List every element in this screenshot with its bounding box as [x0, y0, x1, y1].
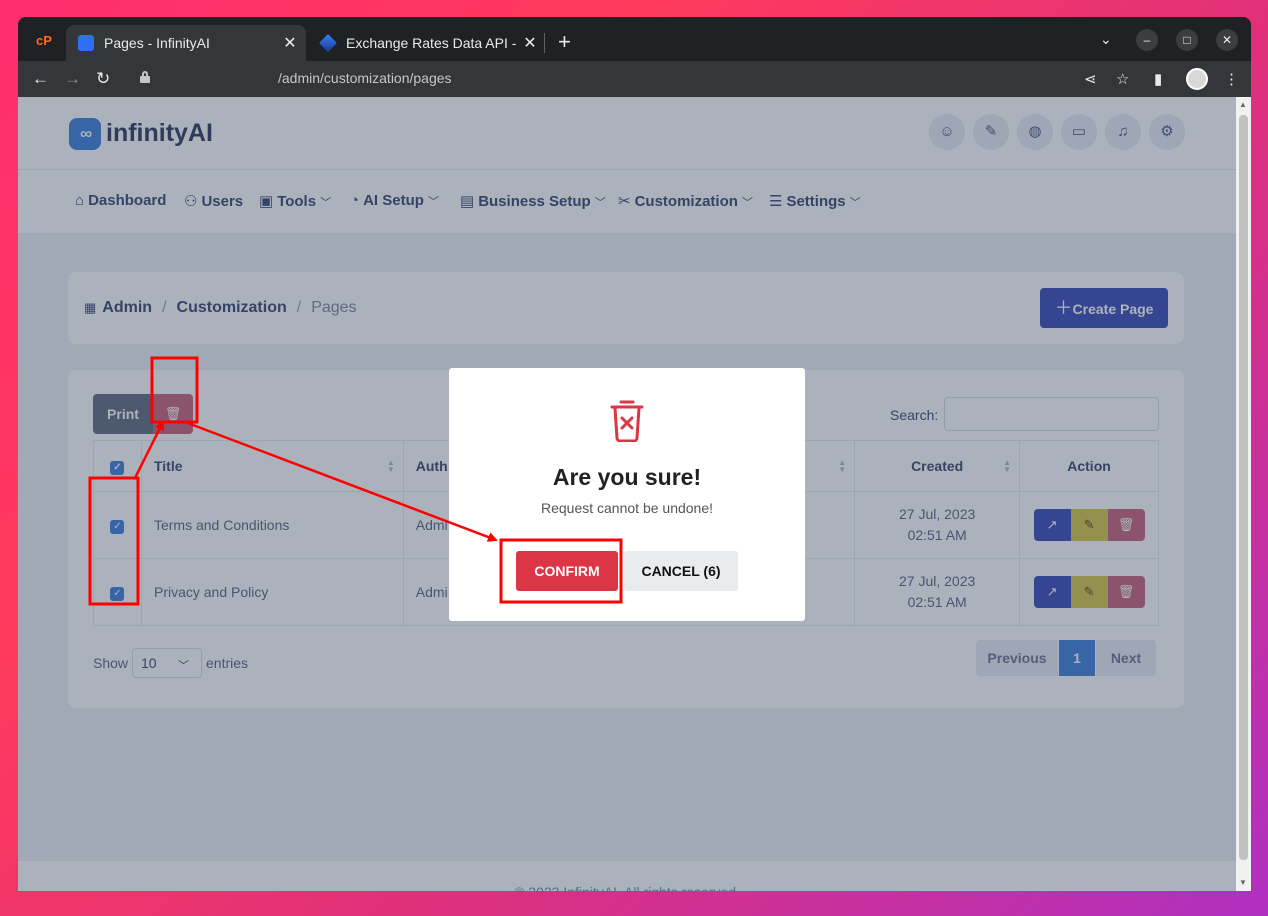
tab-strip: cP Pages - InfinityAI ✕ Exchange Rates D… — [18, 17, 1251, 61]
tab-search-icon[interactable]: ⌄ — [1100, 31, 1112, 48]
scroll-up-icon[interactable]: ▲ — [1239, 100, 1247, 109]
new-tab-icon[interactable]: + — [558, 29, 571, 55]
forward-icon[interactable]: → — [64, 69, 81, 89]
page-scrollbar[interactable]: ▲ ▼ — [1236, 97, 1251, 891]
dialog-title: Are you sure! — [552, 464, 702, 490]
confirm-dialog: Are you sure! Request cannot be undone! … — [449, 368, 805, 621]
favicon-icon — [78, 35, 94, 51]
tab-title: Pages - InfinityAI — [104, 35, 210, 51]
share-icon[interactable]: ⋖ — [1084, 70, 1097, 88]
favicon-icon — [318, 33, 338, 53]
confirm-button[interactable]: CONFIRM — [516, 551, 618, 591]
scroll-down-icon[interactable]: ▼ — [1239, 878, 1247, 887]
lock-icon[interactable] — [140, 71, 150, 83]
back-icon[interactable]: ← — [32, 69, 49, 89]
kebab-menu-icon[interactable]: ⋮ — [1224, 70, 1239, 88]
close-tab-icon[interactable]: ✕ — [280, 33, 300, 53]
dialog-message: Request cannot be undone! — [540, 500, 714, 516]
minimize-icon[interactable]: – — [1136, 29, 1158, 51]
tab-exchange-rates[interactable]: Exchange Rates Data API - ✕ — [308, 25, 546, 61]
trash-x-icon — [610, 400, 644, 442]
url-bar[interactable]: /admin/customization/pages — [278, 70, 452, 86]
tab-divider — [544, 33, 545, 53]
cancel-button[interactable]: CANCEL (6) — [624, 551, 738, 591]
maximize-icon[interactable]: □ — [1176, 29, 1198, 51]
profile-avatar[interactable] — [1186, 68, 1208, 90]
tab-title: Exchange Rates Data API - — [346, 35, 517, 51]
bookmark-star-icon[interactable]: ☆ — [1116, 70, 1129, 88]
address-toolbar: ← → ↻ /admin/customization/pages ⋖ ☆ ▮ ⋮ — [18, 61, 1251, 97]
close-tab-icon[interactable]: ✕ — [520, 33, 540, 53]
close-window-icon[interactable]: ✕ — [1216, 29, 1238, 51]
cpanel-icon[interactable]: cP — [36, 33, 56, 48]
tab-pages[interactable]: Pages - InfinityAI ✕ — [66, 25, 306, 61]
reload-icon[interactable]: ↻ — [96, 69, 110, 89]
side-panel-icon[interactable]: ▮ — [1154, 70, 1162, 88]
scrollbar-thumb[interactable] — [1239, 115, 1248, 860]
